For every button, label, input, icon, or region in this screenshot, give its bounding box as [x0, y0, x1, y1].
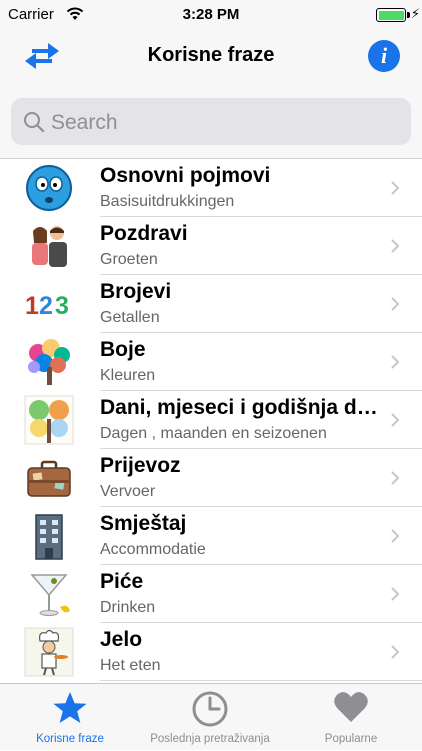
tab-label: Korisne fraze	[36, 733, 104, 745]
search-input[interactable]	[49, 98, 403, 147]
heart-icon	[334, 692, 368, 722]
list-item-dani-mjeseci[interactable]: Dani, mjeseci i godišnja doba Dagen , ma…	[0, 391, 422, 449]
list-item-pice[interactable]: Piće Drinken	[0, 565, 422, 623]
numbers-123-icon: 1 2 3	[25, 292, 69, 320]
greeting-couple-icon	[32, 226, 67, 267]
chevron-right-icon	[391, 413, 400, 427]
cocktail-glass-icon	[30, 574, 70, 616]
chevron-right-icon	[391, 355, 400, 369]
tab-poslednja-pretrazivanja[interactable]: Poslednja pretraživanja	[140, 684, 280, 751]
category-subtitle: Dagen , maanden en seizoenen	[100, 425, 327, 442]
category-title: Pozdravi	[100, 222, 188, 245]
list-item-jelo[interactable]: Jelo Het eten	[0, 623, 422, 681]
category-title: Brojevi	[100, 280, 172, 303]
list-item-boje[interactable]: Boje Kleuren	[0, 333, 422, 391]
tab-label: Popularne	[324, 733, 378, 745]
smiley-face-icon	[26, 165, 72, 211]
list-item-osnovni-pojmovi[interactable]: Osnovni pojmovi Basisuitdrukkingen	[0, 159, 422, 217]
search-area	[0, 84, 422, 159]
list-item-pozdravi[interactable]: Pozdravi Groeten	[0, 217, 422, 275]
category-subtitle: Getallen	[100, 309, 160, 326]
category-list: Osnovni pojmovi Basisuitdrukkingen Pozdr…	[0, 159, 422, 681]
chevron-right-icon	[391, 645, 400, 659]
chevron-right-icon	[391, 297, 400, 311]
category-title: Dani, mjeseci i godišnja doba	[100, 396, 380, 419]
svg-text:1: 1	[25, 292, 39, 320]
star-icon	[53, 692, 87, 723]
chevron-right-icon	[391, 239, 400, 253]
status-bar: Carrier 3:28 PM ⚡	[0, 0, 422, 30]
category-title: Osnovni pojmovi	[100, 164, 271, 187]
suitcase-icon	[27, 460, 71, 497]
category-title: Boje	[100, 338, 146, 361]
tab-label: Poslednja pretraživanja	[150, 733, 270, 745]
chevron-right-icon	[391, 587, 400, 601]
category-subtitle: Accommodatie	[100, 541, 206, 558]
chevron-right-icon	[391, 181, 400, 195]
svg-text:2: 2	[39, 292, 53, 320]
category-title: Jelo	[100, 628, 143, 651]
colorful-tree-icon	[28, 339, 70, 385]
list-item-prijevoz[interactable]: Prijevoz Vervoer	[0, 449, 422, 507]
search-bar[interactable]	[11, 98, 411, 147]
chef-icon	[24, 627, 74, 677]
list-item-brojevi[interactable]: 1 2 3 Brojevi Getallen	[0, 275, 422, 333]
info-icon[interactable]: i	[368, 40, 400, 72]
tab-bar: Korisne fraze Poslednja pretraživanja Po…	[0, 683, 422, 750]
seasons-tree-icon	[24, 395, 74, 445]
building-icon	[35, 514, 63, 560]
row-separator	[100, 680, 422, 681]
category-title: Prijevoz	[100, 454, 181, 477]
chevron-right-icon	[391, 471, 400, 485]
category-subtitle: Kleuren	[100, 367, 156, 384]
charging-bolt-icon: ⚡	[410, 6, 420, 21]
svg-text:3: 3	[55, 292, 69, 320]
category-subtitle: Groeten	[100, 251, 158, 268]
tab-popularne[interactable]: Popularne	[280, 684, 422, 751]
page-title: Korisne fraze	[147, 44, 275, 66]
category-subtitle: Het eten	[100, 657, 161, 674]
navigation-bar: Korisne fraze i	[0, 30, 422, 84]
category-subtitle: Basisuitdrukkingen	[100, 193, 235, 210]
category-title: Smještaj	[100, 512, 187, 535]
category-title: Piće	[100, 570, 144, 593]
list-item-smjestaj[interactable]: Smještaj Accommodatie	[0, 507, 422, 565]
battery-icon	[376, 8, 406, 22]
chevron-right-icon	[391, 529, 400, 543]
search-icon	[24, 112, 45, 133]
battery-cap	[407, 12, 410, 18]
category-subtitle: Vervoer	[100, 483, 156, 500]
category-subtitle: Drinken	[100, 599, 156, 616]
clock-time: 3:28 PM	[182, 6, 240, 23]
tab-korisne-fraze[interactable]: Korisne fraze	[0, 684, 140, 751]
clock-icon	[192, 691, 228, 727]
